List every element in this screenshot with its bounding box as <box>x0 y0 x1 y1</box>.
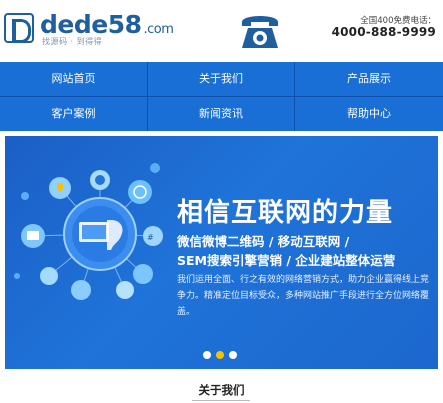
nav-item-help[interactable]: 帮助中心 <box>295 97 443 131</box>
slider-dots <box>203 351 243 359</box>
hero-banner[interactable]: # 相信互联网的力量 微信微博二维码 / 移动互联网 / SEM搜索引擎营销 /… <box>5 136 438 369</box>
site-logo[interactable]: dede58 .com 找源码 · 到得得 <box>4 10 174 46</box>
banner-subline-2: SEM搜索引擎营销 / 企业建站整体运营 <box>177 253 396 268</box>
telephone-icon <box>242 16 278 48</box>
logo-number: 58 <box>107 10 142 39</box>
logo-main: dede <box>40 10 108 39</box>
network-illustration: # <box>14 163 163 300</box>
slider-dot-3[interactable] <box>229 351 237 359</box>
nav-item-about[interactable]: 关于我们 <box>147 62 295 96</box>
svg-text:#: # <box>147 233 154 242</box>
nav-item-cases[interactable]: 客户案例 <box>0 97 147 131</box>
banner-subline-1: 微信微博二维码 / 移动互联网 / <box>177 234 350 249</box>
logo-suffix: .com <box>143 22 174 37</box>
nav-row-2: 客户案例 新闻资讯 帮助中心 <box>0 97 443 131</box>
nav-item-home[interactable]: 网站首页 <box>0 62 147 96</box>
slider-dot-1[interactable] <box>203 351 211 359</box>
banner-description: 我们运用全面、行之有效的网络营销方式，助力企业赢得线上竞争力。精准定位目标受众，… <box>177 275 430 317</box>
slider-dot-2-active[interactable] <box>216 351 224 359</box>
section-title-about: 关于我们 <box>198 383 245 397</box>
banner-headline: 相信互联网的力量 <box>177 198 394 228</box>
nav-row-1: 网站首页 关于我们 产品展示 <box>0 62 443 96</box>
section-title-underline <box>192 400 250 401</box>
logo-mark-icon <box>4 13 34 43</box>
logo-wordmark: dede58 .com <box>40 10 174 39</box>
nav-item-products[interactable]: 产品展示 <box>295 62 443 96</box>
logo-tagline: 找源码 · 到得得 <box>42 37 103 46</box>
site-header: dede58 .com 找源码 · 到得得 全国400免费电话： 4000-888… <box>0 0 443 62</box>
main-nav: 网站首页 关于我们 产品展示 客户案例 新闻资讯 帮助中心 <box>0 62 443 131</box>
hotline-number[interactable]: 4000-888-9999 <box>332 25 436 39</box>
nav-item-news[interactable]: 新闻资讯 <box>147 97 295 131</box>
